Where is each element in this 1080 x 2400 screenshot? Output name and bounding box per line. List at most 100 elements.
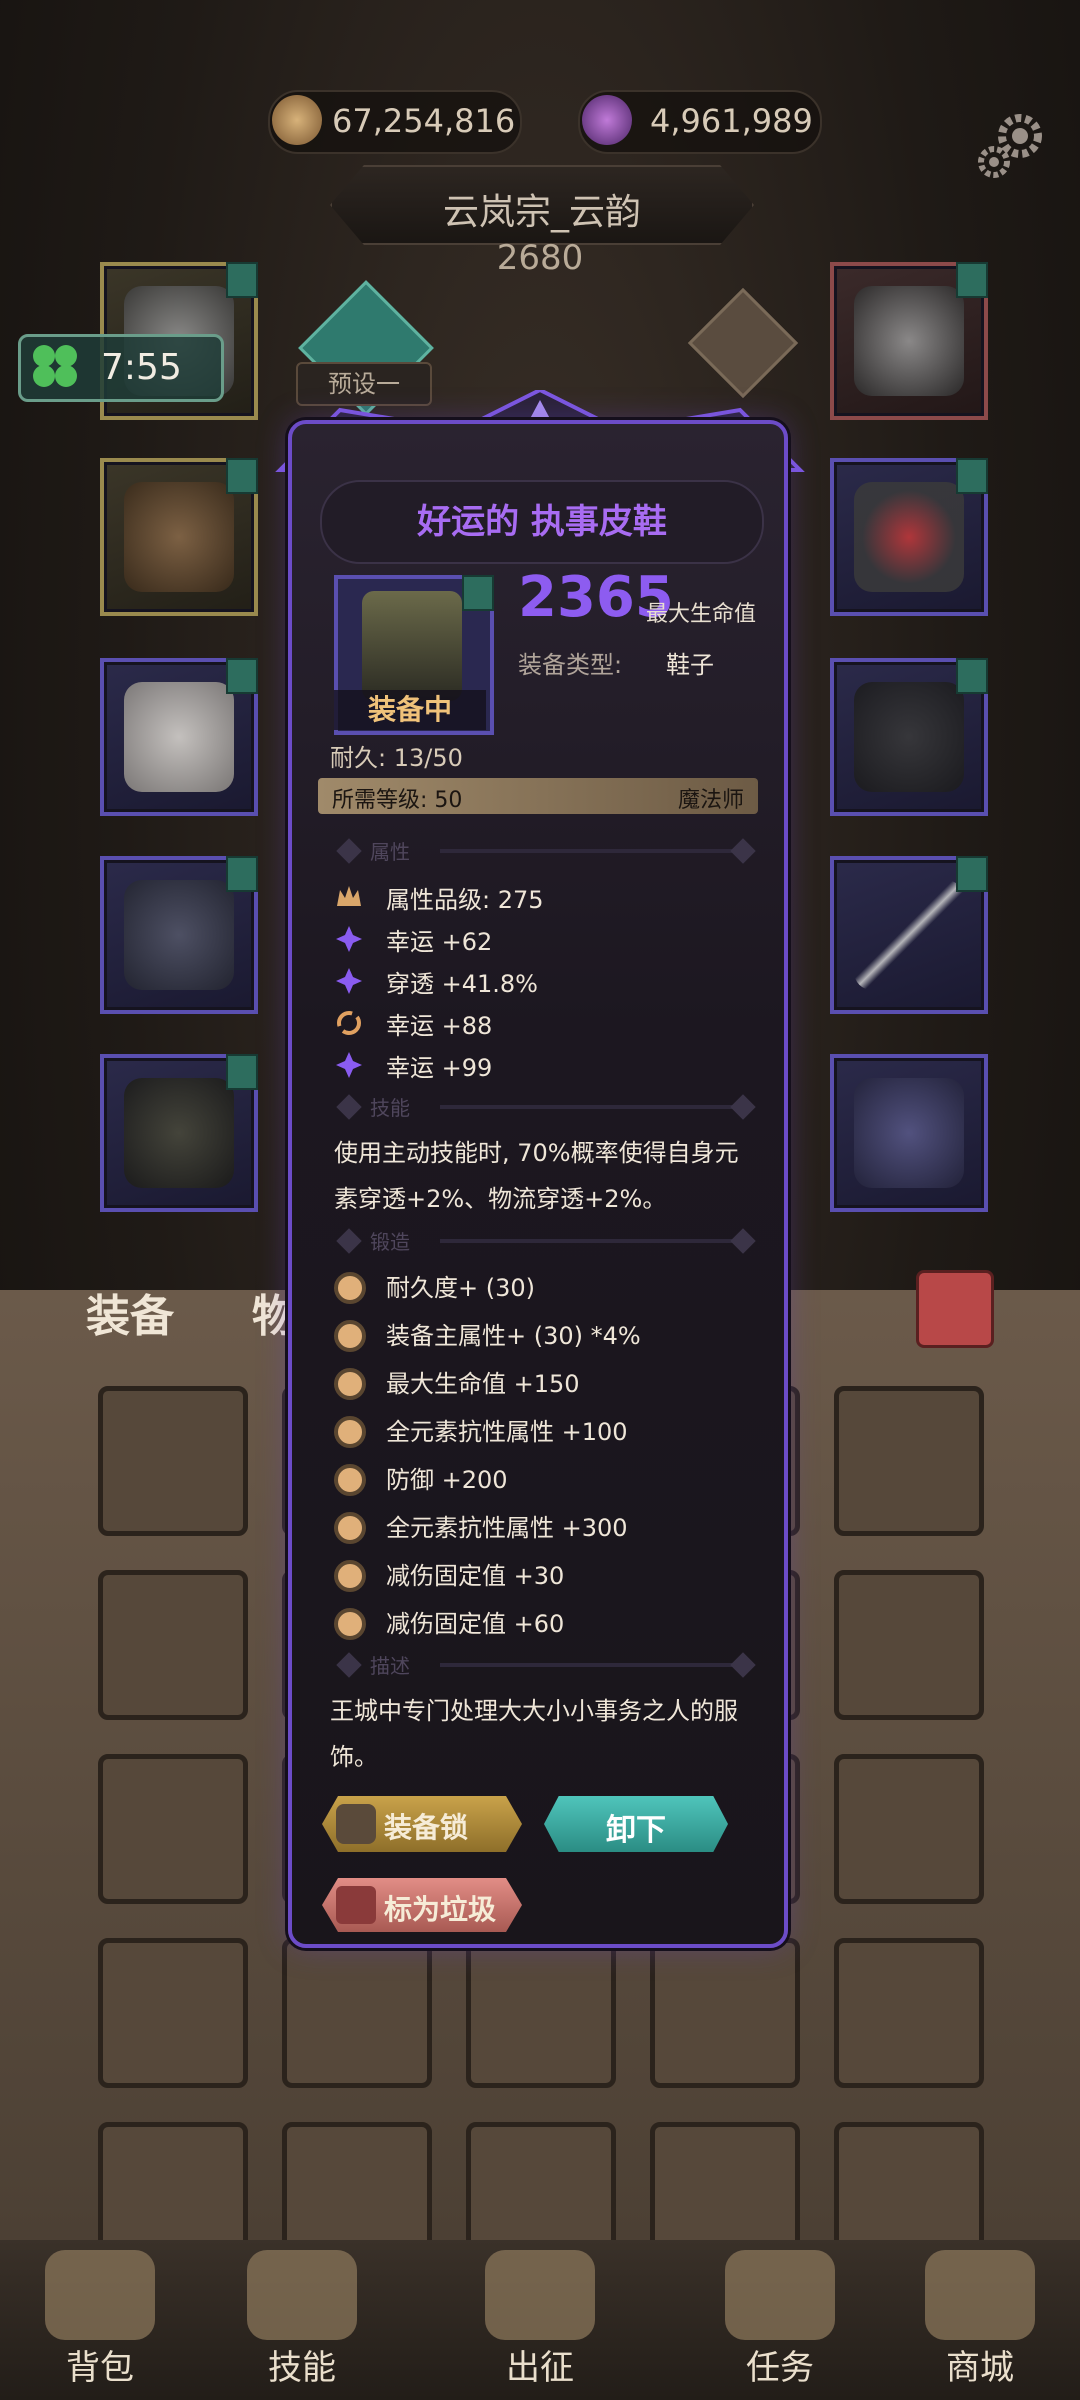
class-diamond-icon[interactable]: [687, 287, 799, 399]
forge-dot-icon: [334, 1608, 366, 1640]
lock-button-label: 装备锁: [384, 1811, 469, 1844]
tab-equipment[interactable]: 装备: [86, 1280, 174, 1350]
forge-text: 装备主属性+ (30) *4%: [386, 1322, 641, 1350]
forge-text: 全元素抗性属性 +100: [386, 1418, 628, 1446]
slot-flag-icon: [226, 856, 258, 892]
forge-text: 全元素抗性属性 +300: [386, 1514, 628, 1542]
slot-flag-icon: [956, 856, 988, 892]
attribute-text: 属性品级: 275: [386, 886, 544, 914]
bag-cell[interactable]: [98, 1754, 248, 1904]
coin-counter: 67,254,816: [268, 90, 522, 154]
bag-cell[interactable]: [466, 1938, 616, 2088]
section-skills-label: 技能: [370, 1096, 410, 1120]
unequip-button[interactable]: 卸下: [544, 1796, 728, 1852]
section-attributes-label: 属性: [370, 840, 410, 864]
equip-slot-offhand[interactable]: [830, 1054, 988, 1212]
section-attributes: 属性: [330, 836, 760, 866]
equip-slot-ring[interactable]: [830, 458, 988, 616]
required-level-bar: 所需等级: 50 魔法师: [318, 778, 758, 814]
forge-dot-icon: [334, 1464, 366, 1496]
mark-trash-button[interactable]: 标为垃圾: [322, 1878, 522, 1932]
settings-gear-icon[interactable]: [972, 104, 1052, 184]
bag-cell[interactable]: [98, 1570, 248, 1720]
luck-timer[interactable]: 7:55: [18, 334, 224, 402]
forge-row: 全元素抗性属性 +300: [334, 1508, 754, 1544]
bag-icon: [45, 2250, 155, 2340]
player-score: 2680: [496, 238, 584, 278]
slot-flag-icon: [956, 458, 988, 494]
forge-row: 耐久度+ (30): [334, 1268, 754, 1304]
equip-slot-boots[interactable]: [100, 1054, 258, 1212]
forge-text: 最大生命值 +150: [386, 1370, 580, 1398]
forge-text: 减伤固定值 +30: [386, 1562, 565, 1590]
crown-icon: [334, 882, 364, 912]
section-forge-label: 锻造: [370, 1230, 410, 1254]
bag-cell[interactable]: [834, 1754, 984, 1904]
coin-amount: 67,254,816: [332, 102, 516, 140]
bag-cell[interactable]: [282, 1938, 432, 2088]
forge-dot-icon: [334, 1272, 366, 1304]
forge-text: 减伤固定值 +60: [386, 1610, 565, 1638]
wand-icon: [854, 880, 964, 990]
bag-cell[interactable]: [650, 1938, 800, 2088]
type-label: 装备类型:: [518, 651, 623, 679]
section-forge: 锻造: [330, 1226, 760, 1256]
boots-icon: [124, 1078, 234, 1188]
equip-slot-bracelet[interactable]: [830, 658, 988, 816]
mask-icon: [854, 286, 964, 396]
sparkle-icon: [334, 966, 364, 996]
slot-flag-icon: [226, 1054, 258, 1090]
bag-cell[interactable]: [834, 1386, 984, 1536]
boots-icon: [362, 591, 462, 701]
nav-shop[interactable]: 商城: [900, 2340, 1060, 2389]
shop-crown-icon: [925, 2250, 1035, 2340]
glove-icon: [124, 682, 234, 792]
nav-skills[interactable]: 技能: [222, 2340, 382, 2389]
nav-quests[interactable]: 任务: [700, 2340, 860, 2389]
section-skills: 技能: [330, 1092, 760, 1122]
forge-dot-icon: [334, 1320, 366, 1352]
forge-dot-icon: [334, 1560, 366, 1592]
equip-slot-gloves[interactable]: [100, 658, 258, 816]
nav-bag[interactable]: 背包: [20, 2340, 180, 2389]
attribute-text: 幸运 +62: [386, 928, 493, 956]
player-name-banner: 云岚宗_云韵: [330, 165, 754, 245]
horn-icon: [725, 2250, 835, 2340]
equipment-lock-button[interactable]: 装备锁: [322, 1796, 522, 1852]
slot-flag-icon: [956, 658, 988, 694]
sparkle-icon: [334, 1050, 364, 1080]
forge-dot-icon: [334, 1416, 366, 1448]
equip-slot-armor[interactable]: [100, 458, 258, 616]
attribute-row: 幸运 +62: [334, 922, 754, 958]
attribute-row: 幸运 +99: [334, 1048, 754, 1084]
item-title: 好运的 执事皮鞋: [417, 502, 667, 542]
gem-icon: [582, 95, 632, 145]
slot-flag-icon: [226, 658, 258, 694]
bag-cell[interactable]: [98, 1386, 248, 1536]
lock-icon: [336, 1804, 376, 1844]
tome-icon: [854, 1078, 964, 1188]
pants-icon: [124, 880, 234, 990]
equip-slot-weapon[interactable]: [830, 856, 988, 1014]
attribute-row: 属性品级: 275: [334, 880, 754, 916]
slot-flag-icon: [462, 575, 494, 611]
item-title-banner: 好运的 执事皮鞋: [320, 480, 764, 564]
skill-description: 使用主动技能时, 70%概率使得自身元素穿透+2%、物流穿透+2%。: [334, 1139, 739, 1213]
bag-cell[interactable]: [834, 1570, 984, 1720]
bracelet-icon: [854, 682, 964, 792]
forge-row: 全元素抗性属性 +100: [334, 1412, 754, 1448]
bag-cell[interactable]: [834, 1938, 984, 2088]
nav-expedition[interactable]: 出征: [460, 2340, 620, 2389]
unequip-button-label: 卸下: [606, 1813, 666, 1848]
trash-button-label: 标为垃圾: [384, 1893, 497, 1926]
equip-slot-mask[interactable]: [830, 262, 988, 420]
forge-text: 耐久度+ (30): [386, 1274, 536, 1302]
slot-flag-icon: [226, 262, 258, 298]
sparkle-icon: [334, 924, 364, 954]
bag-cell[interactable]: [98, 1938, 248, 2088]
equip-slot-pants[interactable]: [100, 856, 258, 1014]
trash-icon: [336, 1886, 376, 1924]
trash-bin-icon[interactable]: [916, 1270, 994, 1348]
required-class: 魔法师: [677, 788, 744, 813]
player-name: 云岚宗_云韵: [442, 192, 641, 233]
